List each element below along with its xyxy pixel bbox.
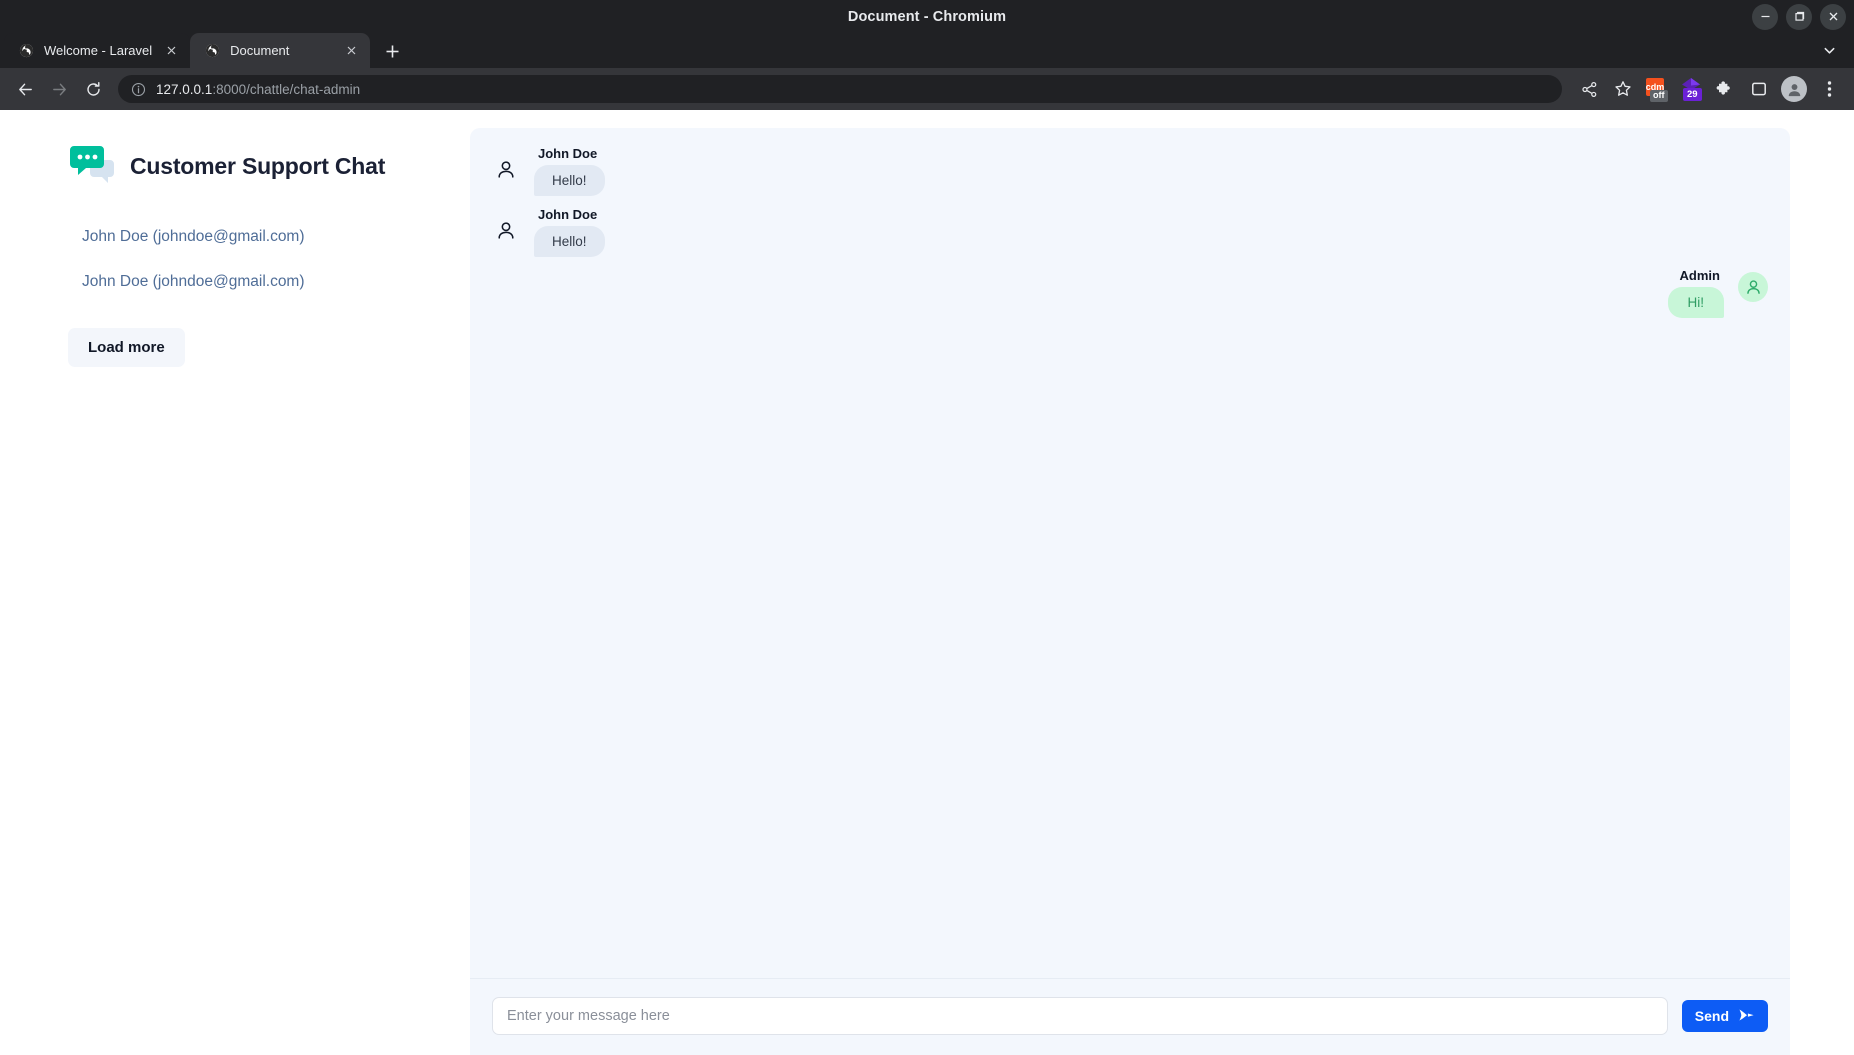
message-author: Admin xyxy=(1679,268,1720,283)
info-circle-icon[interactable] xyxy=(130,81,146,97)
tab-close-icon[interactable] xyxy=(342,42,360,60)
message-column: John Doe Hello! xyxy=(534,207,605,257)
tab-strip: Welcome - Laravel Document xyxy=(0,33,1854,68)
address-bar[interactable]: 127.0.0.1:8000/chattle/chat-admin xyxy=(118,75,1562,103)
three-dot-menu-icon[interactable] xyxy=(1814,74,1844,104)
browser-window: Document - Chromium Welcome - Laravel Do… xyxy=(0,0,1854,1055)
window-title: Document - Chromium xyxy=(847,8,1007,25)
chat-bubble-logo-icon xyxy=(68,144,114,188)
tab-close-icon[interactable] xyxy=(162,42,180,60)
page-title: Customer Support Chat xyxy=(130,152,386,179)
message-composer: Send xyxy=(470,978,1790,1055)
purple-diamond-extension-icon[interactable]: 29 xyxy=(1678,76,1704,102)
new-tab-button[interactable] xyxy=(378,37,406,65)
cdm-extension-badge: off xyxy=(1650,90,1668,102)
load-more-wrap: Load more xyxy=(0,328,470,367)
share-icon[interactable] xyxy=(1574,74,1604,104)
message-bubble: Hello! xyxy=(534,165,605,196)
message-row: Admin Hi! xyxy=(492,268,1768,318)
page-content: Customer Support Chat John Doe (johndoe@… xyxy=(0,110,1854,1055)
list-item[interactable]: John Doe (johndoe@gmail.com) xyxy=(82,228,470,246)
cdm-extension-icon[interactable]: cdm off xyxy=(1646,78,1668,102)
contact-list: John Doe (johndoe@gmail.com) John Doe (j… xyxy=(0,228,470,291)
list-item[interactable]: John Doe (johndoe@gmail.com) xyxy=(82,273,470,291)
brand: Customer Support Chat xyxy=(0,142,470,190)
tab-welcome-laravel[interactable]: Welcome - Laravel xyxy=(4,33,191,68)
back-arrow-icon[interactable] xyxy=(10,74,40,104)
purple-diamond-extension-badge: 29 xyxy=(1683,88,1702,102)
send-button[interactable]: Send xyxy=(1681,1000,1768,1032)
message-row: John Doe Hello! xyxy=(492,207,1768,257)
globe-favicon-icon xyxy=(204,43,220,59)
person-icon xyxy=(492,156,520,184)
maximize-button[interactable] xyxy=(1786,3,1812,30)
message-bubble: Hello! xyxy=(534,226,605,257)
window-controls xyxy=(1752,0,1846,33)
person-circle-icon xyxy=(1738,272,1768,302)
tab-document[interactable]: Document xyxy=(190,33,371,68)
address-bar-text: 127.0.0.1:8000/chattle/chat-admin xyxy=(156,82,360,97)
puzzle-piece-icon[interactable] xyxy=(1710,74,1740,104)
chevron-down-icon[interactable] xyxy=(1816,38,1842,64)
chat-panel: John Doe Hello! John Doe Hello! Admin Hi… xyxy=(470,128,1790,1055)
message-row: John Doe Hello! xyxy=(492,146,1768,196)
message-author: John Doe xyxy=(538,207,598,222)
star-icon[interactable] xyxy=(1608,74,1638,104)
globe-favicon-icon xyxy=(18,43,34,59)
close-button[interactable] xyxy=(1820,3,1846,30)
minimize-button[interactable] xyxy=(1752,3,1778,30)
message-bubble: Hi! xyxy=(1667,287,1724,318)
send-button-label: Send xyxy=(1694,1008,1729,1024)
side-panel-icon[interactable] xyxy=(1744,74,1774,104)
message-author: John Doe xyxy=(538,146,598,161)
tab-strip-right xyxy=(1816,33,1854,68)
sidebar: Customer Support Chat John Doe (johndoe@… xyxy=(0,110,470,1055)
message-input[interactable] xyxy=(492,997,1668,1035)
title-bar: Document - Chromium xyxy=(0,0,1854,33)
forward-arrow-icon[interactable] xyxy=(44,74,74,104)
send-arrow-icon xyxy=(1738,1008,1755,1025)
message-column: John Doe Hello! xyxy=(534,146,605,196)
reload-icon[interactable] xyxy=(78,74,108,104)
profile-avatar-icon[interactable] xyxy=(1781,76,1807,102)
message-list[interactable]: John Doe Hello! John Doe Hello! Admin Hi… xyxy=(470,128,1790,978)
browser-toolbar: 127.0.0.1:8000/chattle/chat-admin cdm of… xyxy=(0,68,1854,110)
person-icon xyxy=(492,217,520,245)
url-path: :8000/chattle/chat-admin xyxy=(212,81,361,97)
tab-title: Document xyxy=(230,43,290,58)
message-column: Admin Hi! xyxy=(1667,268,1724,318)
load-more-button[interactable]: Load more xyxy=(68,328,185,367)
tab-title: Welcome - Laravel xyxy=(44,43,153,58)
url-host: 127.0.0.1 xyxy=(156,81,213,97)
